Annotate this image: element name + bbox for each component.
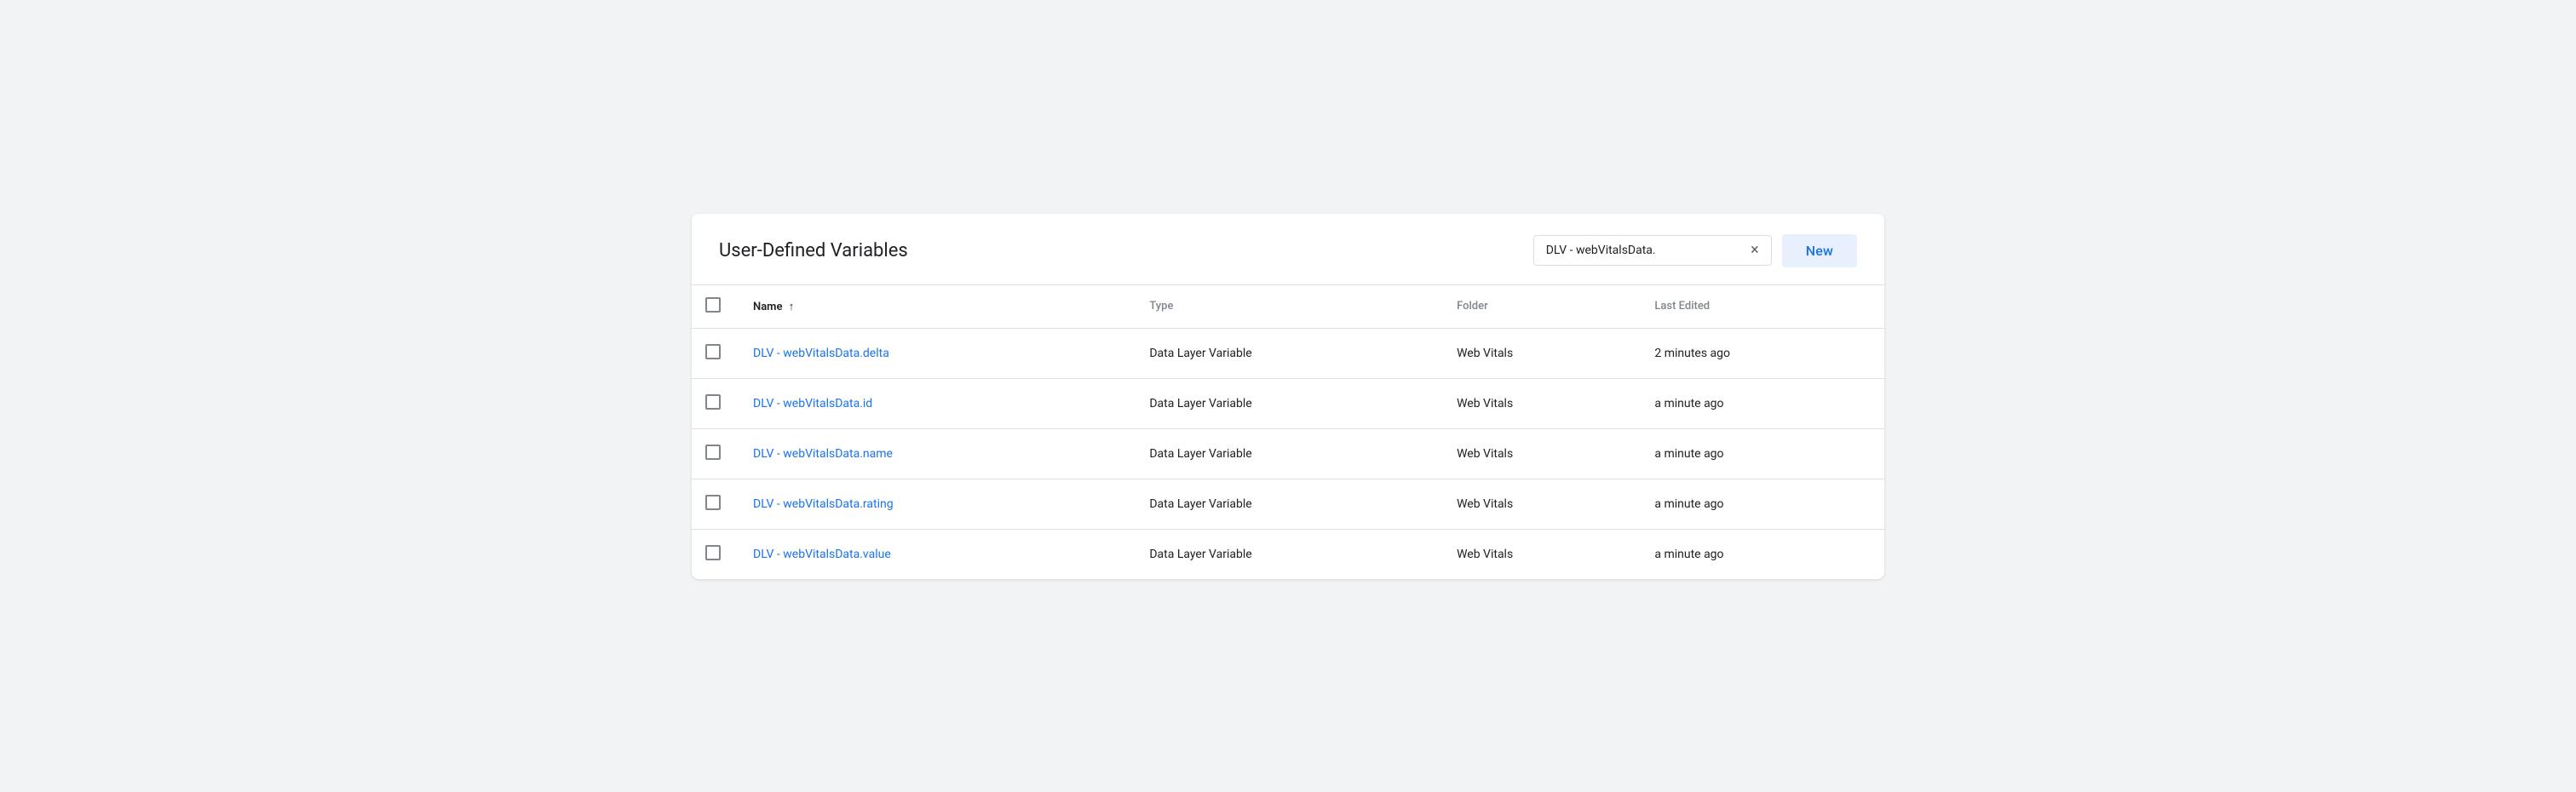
variables-table: Name ↑ Type Folder Last Edited DLV - <box>692 284 1884 579</box>
column-header-type: Type <box>1136 284 1443 328</box>
row-type-cell: Data Layer Variable <box>1136 378 1443 428</box>
row-folder-cell: Web Vitals <box>1443 328 1641 378</box>
row-type-cell: Data Layer Variable <box>1136 479 1443 529</box>
row-checkbox[interactable] <box>705 445 721 460</box>
variable-link[interactable]: DLV - webVitalsData.id <box>753 397 872 410</box>
row-name-cell: DLV - webVitalsData.value <box>739 529 1136 579</box>
row-checkbox-cell <box>692 479 739 529</box>
new-button[interactable]: New <box>1782 234 1857 267</box>
table-row: DLV - webVitalsData.rating Data Layer Va… <box>692 479 1884 529</box>
row-checkbox-cell <box>692 378 739 428</box>
column-header-name[interactable]: Name ↑ <box>739 284 1136 328</box>
row-last-edited-cell: a minute ago <box>1641 529 1884 579</box>
row-folder-cell: Web Vitals <box>1443 479 1641 529</box>
variable-link[interactable]: DLV - webVitalsData.value <box>753 548 891 561</box>
column-header-folder: Folder <box>1443 284 1641 328</box>
row-folder-cell: Web Vitals <box>1443 529 1641 579</box>
variable-link[interactable]: DLV - webVitalsData.name <box>753 447 893 461</box>
main-panel: User-Defined Variables DLV - webVitalsDa… <box>692 214 1884 579</box>
column-header-last-edited: Last Edited <box>1641 284 1884 328</box>
panel-title: User-Defined Variables <box>719 240 908 261</box>
row-type-cell: Data Layer Variable <box>1136 328 1443 378</box>
row-checkbox[interactable] <box>705 495 721 510</box>
row-checkbox[interactable] <box>705 545 721 560</box>
row-checkbox[interactable] <box>705 344 721 359</box>
table-row: DLV - webVitalsData.id Data Layer Variab… <box>692 378 1884 428</box>
select-all-checkbox[interactable] <box>705 297 721 313</box>
row-name-cell: DLV - webVitalsData.delta <box>739 328 1136 378</box>
row-name-cell: DLV - webVitalsData.rating <box>739 479 1136 529</box>
search-input-value: DLV - webVitalsData. <box>1546 244 1744 257</box>
table-row: DLV - webVitalsData.value Data Layer Var… <box>692 529 1884 579</box>
row-checkbox[interactable] <box>705 394 721 410</box>
row-type-cell: Data Layer Variable <box>1136 428 1443 479</box>
variable-link[interactable]: DLV - webVitalsData.delta <box>753 347 889 360</box>
row-checkbox-cell <box>692 428 739 479</box>
table-row: DLV - webVitalsData.name Data Layer Vari… <box>692 428 1884 479</box>
table-row: DLV - webVitalsData.delta Data Layer Var… <box>692 328 1884 378</box>
sort-ascending-icon: ↑ <box>789 300 795 313</box>
panel-header: User-Defined Variables DLV - webVitalsDa… <box>692 214 1884 284</box>
row-last-edited-cell: a minute ago <box>1641 428 1884 479</box>
row-last-edited-cell: 2 minutes ago <box>1641 328 1884 378</box>
row-last-edited-cell: a minute ago <box>1641 479 1884 529</box>
header-controls: DLV - webVitalsData. × New <box>1533 234 1857 267</box>
row-checkbox-cell <box>692 328 739 378</box>
search-box[interactable]: DLV - webVitalsData. × <box>1533 235 1772 266</box>
row-type-cell: Data Layer Variable <box>1136 529 1443 579</box>
row-name-cell: DLV - webVitalsData.name <box>739 428 1136 479</box>
row-last-edited-cell: a minute ago <box>1641 378 1884 428</box>
variable-link[interactable]: DLV - webVitalsData.rating <box>753 497 894 511</box>
table-header-row: Name ↑ Type Folder Last Edited <box>692 284 1884 328</box>
row-folder-cell: Web Vitals <box>1443 378 1641 428</box>
header-checkbox-cell <box>692 284 739 328</box>
clear-search-icon[interactable]: × <box>1751 243 1759 258</box>
row-folder-cell: Web Vitals <box>1443 428 1641 479</box>
row-name-cell: DLV - webVitalsData.id <box>739 378 1136 428</box>
row-checkbox-cell <box>692 529 739 579</box>
